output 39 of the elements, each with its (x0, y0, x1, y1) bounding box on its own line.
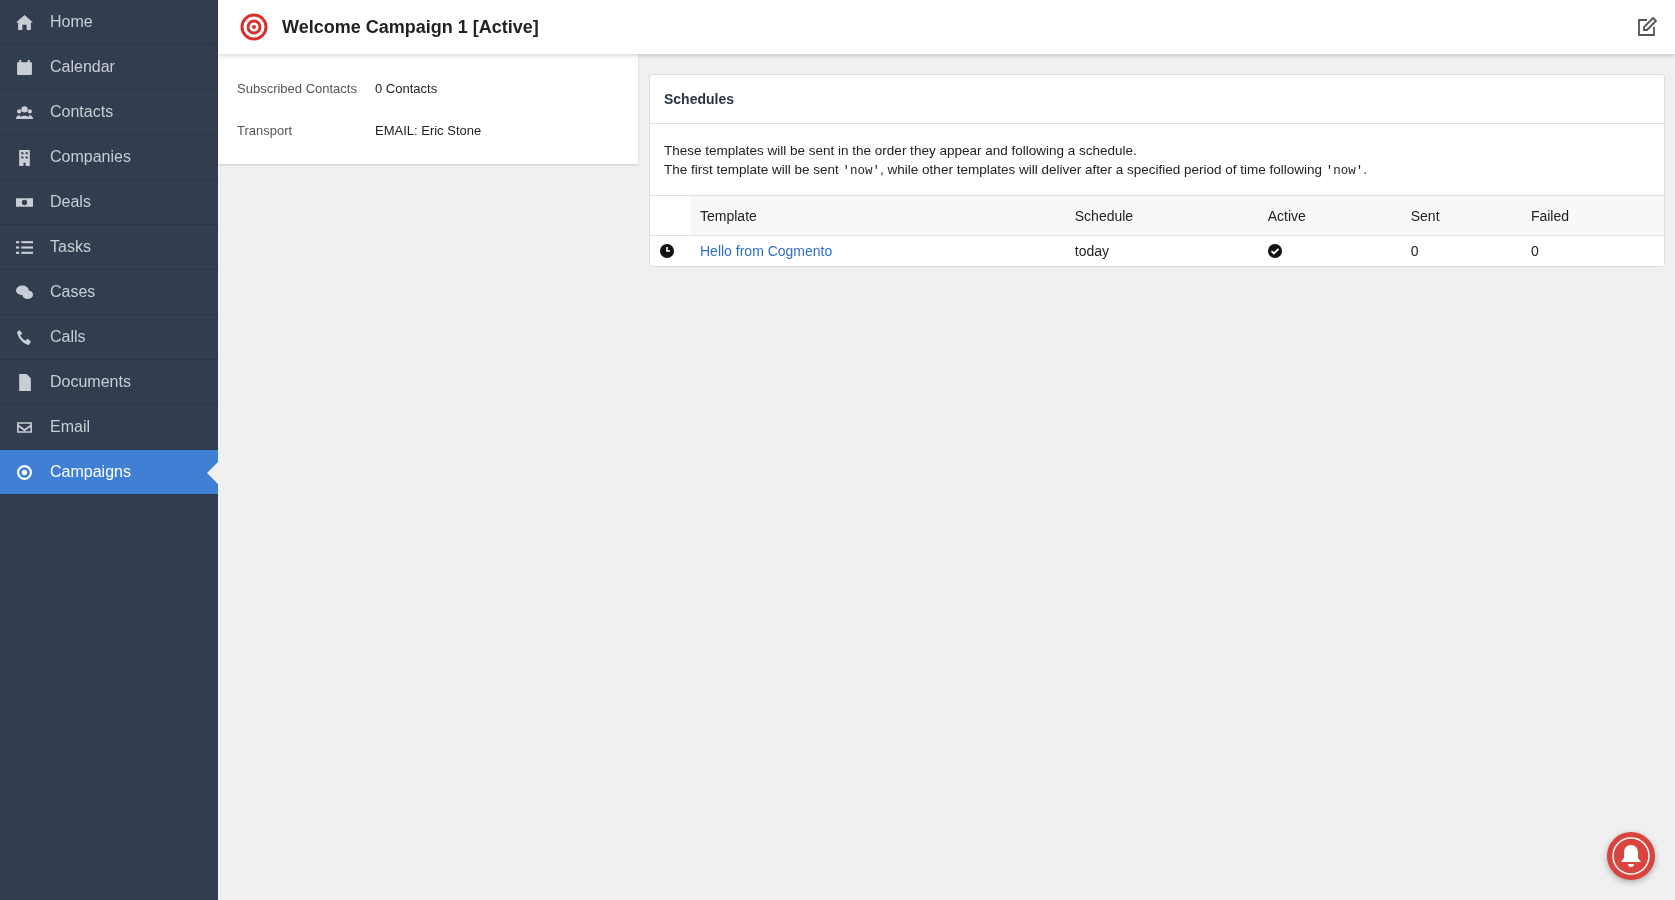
sidebar-item[interactable]: Tasks (0, 225, 218, 270)
file-icon (16, 373, 33, 391)
column-header: Schedule (1064, 195, 1258, 236)
list-icon (16, 238, 33, 256)
field-label: Subscribed Contacts (237, 80, 358, 96)
users-icon (16, 103, 33, 121)
home-icon (16, 13, 33, 31)
column-header: Failed (1520, 195, 1664, 236)
field-value: 0 Contacts (375, 80, 438, 96)
sidebar-item[interactable]: Calendar (0, 45, 218, 90)
bell-icon (1611, 836, 1651, 876)
chat-icon (16, 283, 33, 301)
page-title: Welcome Campaign 1 [Active] (282, 16, 540, 38)
table-cell: today (1064, 235, 1258, 266)
table-cell: 0 (1400, 235, 1521, 266)
sidebar-item[interactable]: Companies (0, 135, 218, 180)
target-icon (240, 13, 268, 41)
field-label: Transport (237, 122, 294, 138)
field-value: EMAIL: Eric Stone (375, 122, 482, 138)
notification-button[interactable] (1607, 832, 1655, 880)
table-cell: 0 (1520, 235, 1664, 266)
target-icon (16, 463, 33, 481)
column-header: Template (690, 195, 1065, 236)
sidebar-item[interactable]: Campaigns (0, 450, 218, 495)
card-title: Schedules (650, 75, 1664, 124)
calendar-icon (16, 58, 33, 76)
column-header: Sent (1400, 195, 1521, 236)
sidebar-item[interactable]: Calls (0, 315, 218, 360)
template-link[interactable]: Hello from Cogmento (700, 243, 833, 259)
edit-icon[interactable] (1637, 17, 1657, 37)
column-header: Active (1257, 195, 1401, 236)
sidebar-item[interactable]: Cases (0, 270, 218, 315)
description-text: These templates will be sent in the order they appear and following a schedule. (664, 142, 1138, 160)
sidebar-item[interactable]: Deals (0, 180, 218, 225)
phone-icon (16, 328, 33, 346)
sidebar-item[interactable]: Documents (0, 360, 218, 405)
building-icon (16, 148, 33, 166)
description-text: The first template will be sent 'now', while other templates will deliver after a specified period of time following 'now'. (664, 161, 1369, 180)
clock-icon (660, 244, 674, 258)
